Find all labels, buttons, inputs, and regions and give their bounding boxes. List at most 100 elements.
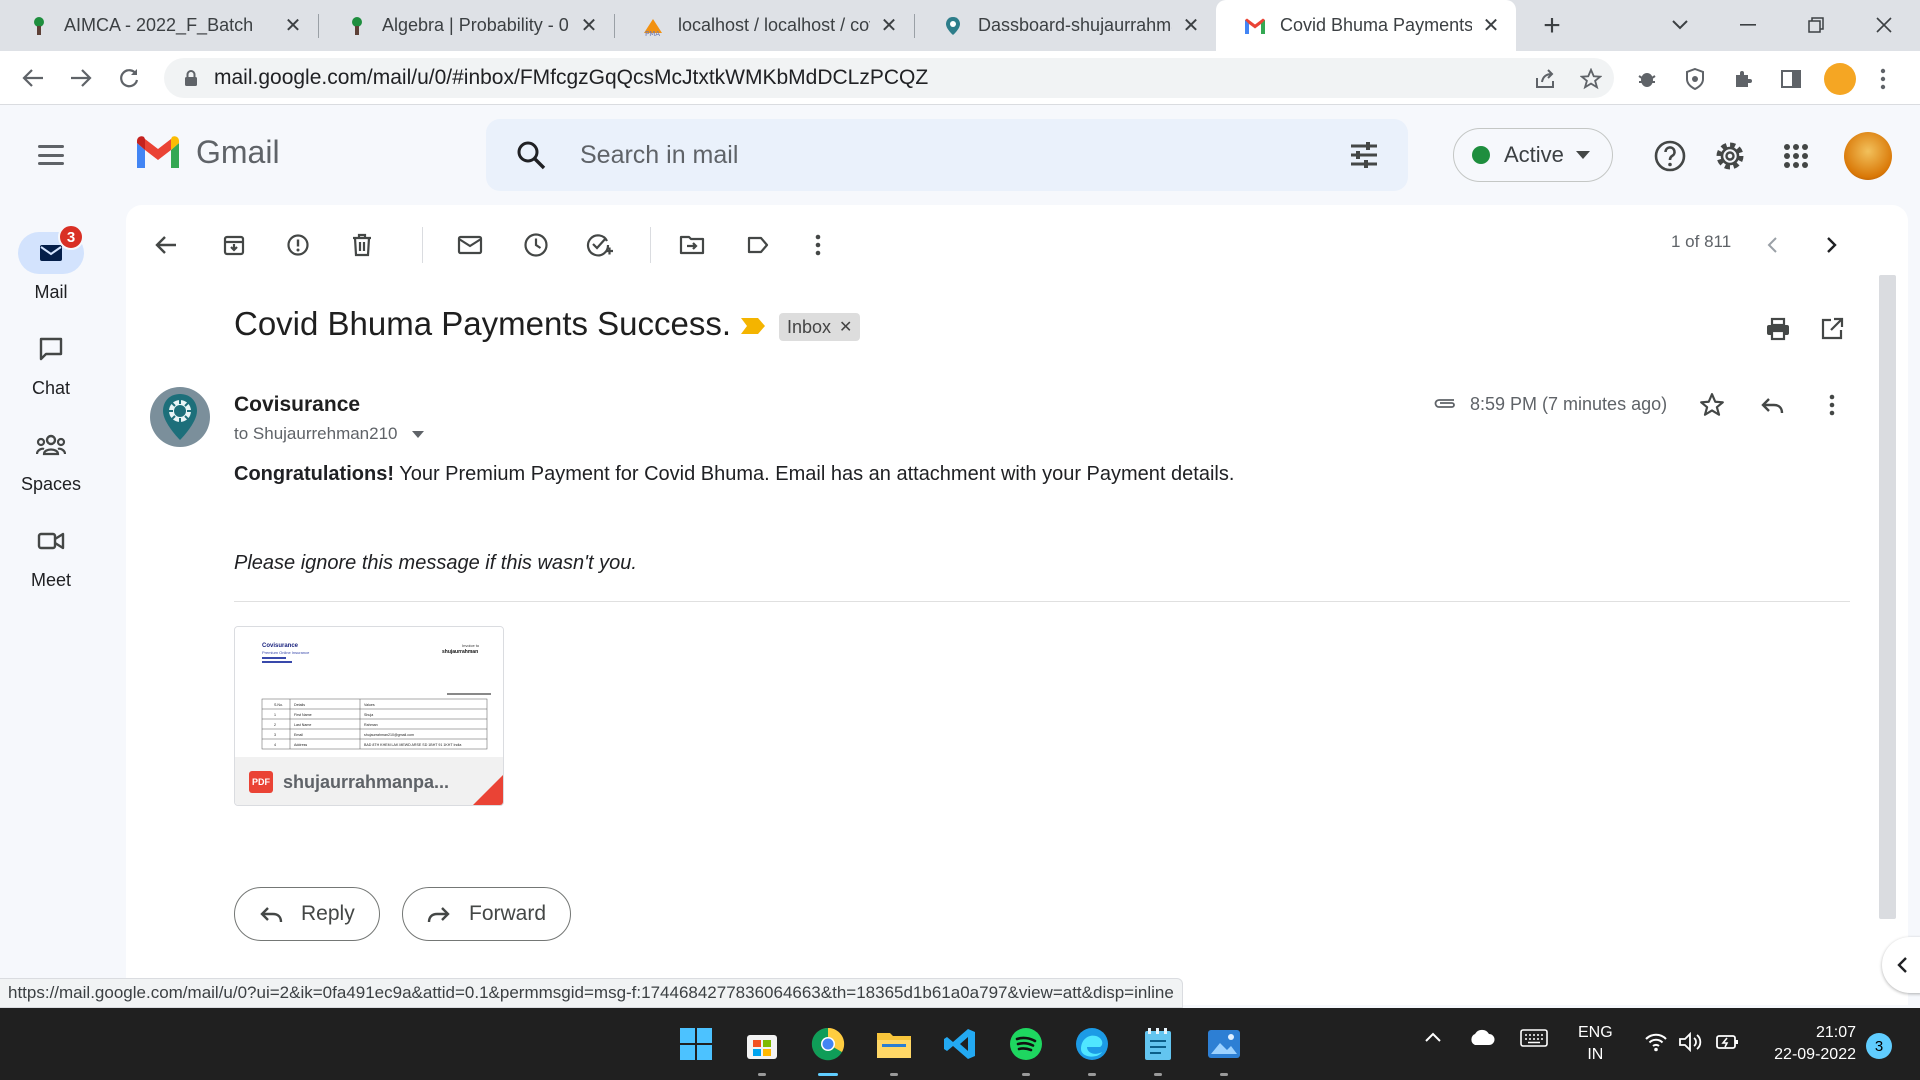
inbox-label-chip[interactable]: Inbox ✕ — [779, 313, 861, 341]
search-options-icon[interactable] — [1348, 139, 1380, 171]
wifi-icon[interactable] — [1644, 1032, 1668, 1057]
close-tab-icon[interactable]: ✕ — [878, 15, 900, 37]
rail-chat[interactable]: Chat — [10, 328, 92, 399]
archive-icon[interactable] — [214, 225, 254, 265]
close-tab-icon[interactable]: ✕ — [1480, 15, 1502, 37]
show-details-chevron-icon[interactable] — [411, 430, 424, 438]
message-more-icon[interactable] — [1812, 385, 1852, 425]
classroom-icon — [28, 15, 50, 37]
address-bar[interactable]: mail.google.com/mail/u/0/#inbox/FMfcgzGq… — [164, 58, 1614, 98]
taskbar-vscode[interactable] — [940, 1024, 980, 1064]
onedrive-cloud-icon[interactable] — [1468, 1028, 1496, 1051]
sender-avatar[interactable] — [150, 387, 210, 447]
remove-label-icon[interactable]: ✕ — [839, 317, 852, 337]
browser-tab-phpmyadmin[interactable]: PMA localhost / localhost / cov ✕ — [614, 0, 914, 51]
taskbar-photos[interactable] — [1204, 1024, 1244, 1076]
label-icon[interactable] — [738, 225, 778, 265]
taskbar-edge[interactable] — [1072, 1024, 1112, 1076]
bug-extension-icon[interactable] — [1632, 64, 1662, 94]
close-tab-icon[interactable]: ✕ — [578, 15, 600, 37]
newer-chevron-left-icon[interactable] — [1752, 225, 1792, 265]
reply-icon — [260, 907, 283, 923]
rail-mail[interactable]: 3 Mail — [10, 224, 92, 303]
settings-gear-icon[interactable] — [1712, 138, 1748, 174]
start-button[interactable] — [676, 1024, 716, 1064]
gmail-logo[interactable]: Gmail — [134, 134, 280, 171]
google-apps-icon[interactable] — [1778, 138, 1814, 174]
taskbar-file-explorer[interactable] — [874, 1024, 914, 1076]
rail-chat-pill[interactable] — [18, 328, 84, 370]
move-to-icon[interactable] — [672, 225, 712, 265]
browser-tab-aimca[interactable]: AIMCA - 2022_F_Batch ✕ — [0, 0, 318, 51]
rail-mail-pill[interactable]: 3 — [18, 224, 84, 274]
touch-keyboard-icon[interactable] — [1520, 1028, 1548, 1053]
restore-button[interactable] — [1794, 8, 1838, 42]
close-tab-icon[interactable]: ✕ — [282, 15, 304, 37]
bookmark-star-icon[interactable] — [1576, 64, 1606, 94]
rail-meet[interactable]: Meet — [10, 520, 92, 591]
attachment-card[interactable]: Covisurance Premium Online Insurance Inv… — [234, 626, 504, 806]
battery-charging-icon[interactable] — [1714, 1032, 1740, 1057]
print-icon[interactable] — [1758, 309, 1798, 349]
browser-tab-algebra[interactable]: Algebra | Probability - 01 ✕ — [318, 0, 614, 51]
system-clock[interactable]: 21:07 22-09-2022 — [1760, 1022, 1856, 1066]
open-in-new-window-icon[interactable] — [1812, 309, 1852, 349]
back-to-inbox-icon[interactable] — [146, 225, 186, 265]
thumb-table-cell: 2 — [274, 723, 276, 727]
lock-icon[interactable] — [182, 69, 200, 87]
taskbar-store[interactable] — [742, 1024, 782, 1076]
forward-button[interactable]: Forward — [402, 887, 572, 941]
importance-marker-icon[interactable] — [740, 316, 766, 341]
side-panel-icon[interactable] — [1776, 64, 1806, 94]
help-icon[interactable] — [1652, 138, 1688, 174]
browser-tab-strip: AIMCA - 2022_F_Batch ✕ Algebra | Probabi… — [0, 0, 1920, 51]
more-options-icon[interactable] — [798, 225, 838, 265]
reply-button[interactable]: Reply — [234, 887, 380, 941]
search-input[interactable]: Search in mail — [580, 141, 738, 170]
main-menu-button[interactable] — [34, 138, 68, 172]
mark-unread-icon[interactable] — [450, 225, 490, 265]
add-to-tasks-icon[interactable] — [580, 225, 620, 265]
taskbar-chrome[interactable] — [808, 1024, 848, 1076]
share-icon[interactable] — [1530, 64, 1560, 94]
minimize-button[interactable] — [1726, 8, 1770, 42]
browser-tab-gmail[interactable]: Covid Bhuma Payments S ✕ — [1216, 0, 1516, 51]
microsoft-store-icon — [747, 1035, 777, 1059]
reload-button[interactable] — [112, 61, 146, 95]
input-language-indicator[interactable]: ENG IN — [1578, 1022, 1613, 1066]
forward-button[interactable] — [64, 61, 98, 95]
close-tab-icon[interactable]: ✕ — [1180, 15, 1202, 37]
extensions-puzzle-icon[interactable] — [1728, 64, 1758, 94]
volume-icon[interactable] — [1678, 1031, 1704, 1057]
shield-extension-icon[interactable] — [1680, 64, 1710, 94]
report-spam-icon[interactable] — [278, 225, 318, 265]
reply-icon[interactable] — [1752, 385, 1792, 425]
message-scrollbar[interactable] — [1879, 275, 1896, 919]
attachment-footer[interactable]: PDF shujaurrahmanpa... — [235, 757, 503, 805]
new-tab-button[interactable]: + — [1536, 9, 1568, 42]
show-hidden-icons-chevron[interactable] — [1424, 1030, 1442, 1048]
status-selector[interactable]: Active — [1453, 128, 1613, 182]
back-button[interactable] — [16, 61, 50, 95]
taskbar-notepad[interactable] — [1138, 1024, 1178, 1076]
taskbar-spotify[interactable] — [1006, 1024, 1046, 1076]
account-avatar[interactable] — [1844, 132, 1892, 180]
tab-search-icon[interactable] — [1658, 8, 1702, 42]
notification-count-badge[interactable]: 3 — [1866, 1033, 1892, 1059]
browser-tab-dashboard[interactable]: Dassboard-shujaurrahman ✕ — [914, 0, 1216, 51]
delete-icon[interactable] — [342, 225, 382, 265]
ignore-note: Please ignore this message if this wasn'… — [234, 552, 637, 574]
chrome-menu-icon[interactable] — [1868, 64, 1898, 94]
search-bar[interactable]: Search in mail — [486, 119, 1408, 191]
chrome-profile-avatar[interactable] — [1824, 63, 1856, 95]
recipient-line[interactable]: to Shujaurrehman210 — [234, 424, 424, 444]
search-icon[interactable] — [514, 138, 548, 172]
older-chevron-right-icon[interactable] — [1812, 225, 1852, 265]
star-icon[interactable] — [1692, 385, 1732, 425]
rail-spaces[interactable]: Spaces — [10, 424, 92, 495]
sender-name[interactable]: Covisurance — [234, 393, 360, 417]
close-window-button[interactable] — [1862, 8, 1906, 42]
rail-meet-pill[interactable] — [18, 520, 84, 562]
rail-spaces-pill[interactable] — [18, 424, 84, 466]
snooze-clock-icon[interactable] — [516, 225, 556, 265]
